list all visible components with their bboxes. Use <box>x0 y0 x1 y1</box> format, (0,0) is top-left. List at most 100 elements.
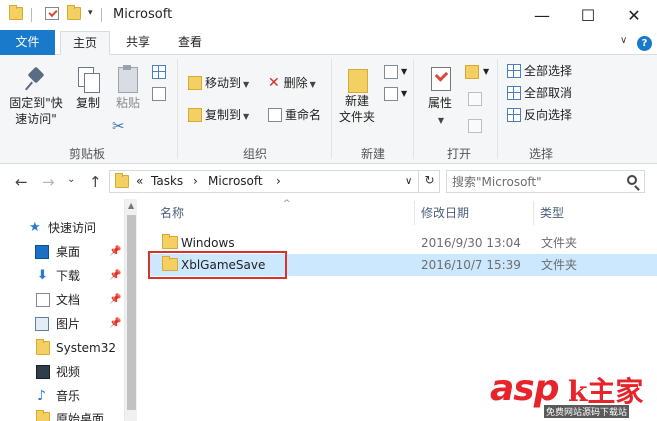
easy-access-icon[interactable] <box>384 87 398 101</box>
nav-item-videos[interactable]: 视频 <box>0 361 124 383</box>
tab-file[interactable]: 文件 <box>0 30 55 55</box>
navigation-bar: ← → ⌄ ↑ « Tasks › Microsoft › ∨ ↻ <box>0 164 657 199</box>
file-type: 文件夹 <box>541 236 578 250</box>
delete-button[interactable]: ✕ 删除 ▼ <box>268 73 316 93</box>
open-dropdown-icon[interactable]: ▼ <box>483 67 489 76</box>
search-icon[interactable] <box>627 175 637 185</box>
search-box[interactable] <box>446 170 645 193</box>
paste-button[interactable]: 粘贴 <box>110 65 146 111</box>
folder-icon <box>36 339 50 355</box>
pin-to-quick-access-button[interactable]: 固定到"快 速访问" <box>6 67 66 127</box>
nav-item-pictures[interactable]: 图片 📌 <box>0 313 124 335</box>
nav-item-system32[interactable]: System32 <box>0 337 124 359</box>
edit-icon[interactable] <box>468 92 482 106</box>
help-icon[interactable]: ? <box>637 36 652 51</box>
tab-view[interactable]: 查看 <box>166 31 214 55</box>
properties-icon <box>428 65 452 93</box>
column-header-type[interactable]: 类型 <box>540 199 564 227</box>
ribbon-tab-bar: 文件 主页 共享 查看 ∨ <box>0 30 657 55</box>
properties-quick-icon[interactable] <box>45 7 59 20</box>
cut-icon[interactable]: ✂ <box>112 117 125 135</box>
search-input[interactable] <box>452 173 622 190</box>
nav-item-downloads[interactable]: ⬇ 下载 📌 <box>0 265 124 287</box>
close-button[interactable]: ✕ <box>611 0 657 30</box>
breadcrumb-tasks[interactable]: Tasks <box>151 174 183 188</box>
select-all-icon <box>507 64 521 78</box>
up-button[interactable]: ↑ <box>89 173 102 191</box>
new-folder-icon <box>346 65 368 93</box>
breadcrumb-separator[interactable]: › <box>193 174 198 188</box>
refresh-button[interactable]: ↻ <box>418 170 440 193</box>
group-divider <box>331 59 332 159</box>
nav-pane-scrollbar[interactable]: ▲ <box>124 199 137 421</box>
move-to-button[interactable]: 移动到 ▼ <box>188 73 249 93</box>
sort-ascending-icon: ^ <box>283 199 291 209</box>
paste-icon <box>116 65 140 93</box>
maximize-button[interactable]: ☐ <box>565 0 611 30</box>
desktop-icon <box>35 245 49 259</box>
select-none-icon <box>507 86 521 100</box>
videos-icon <box>36 365 50 379</box>
breadcrumb-microsoft[interactable]: Microsoft <box>208 174 263 188</box>
nav-item-original-desktop[interactable]: 原始桌面 <box>0 408 124 421</box>
copy-button[interactable]: 复制 <box>70 67 106 111</box>
address-bar[interactable]: « Tasks › Microsoft › ∨ <box>109 170 440 193</box>
scrollbar-thumb[interactable] <box>127 215 136 410</box>
scroll-up-icon[interactable]: ▲ <box>128 201 134 210</box>
breadcrumb-separator[interactable]: › <box>276 174 281 188</box>
address-dropdown-icon[interactable]: ∨ <box>405 176 412 187</box>
new-folder-quick-icon[interactable] <box>67 5 81 20</box>
new-item-icon[interactable] <box>384 65 398 79</box>
toolbar-divider <box>31 8 32 22</box>
rename-button[interactable]: 重命名 <box>268 105 321 125</box>
nav-item-documents[interactable]: 文档 📌 <box>0 289 124 311</box>
copy-to-button[interactable]: 复制到 ▼ <box>188 105 249 125</box>
column-header-date[interactable]: 修改日期 <box>421 199 469 227</box>
select-all-button[interactable]: 全部选择 <box>507 61 572 81</box>
nav-item-quick-access[interactable]: ★ 快速访问 <box>0 217 124 239</box>
file-date: 2016/10/7 15:39 <box>421 258 521 272</box>
history-icon[interactable] <box>468 119 482 133</box>
star-icon: ★ <box>29 220 41 235</box>
new-folder-button[interactable]: 新建 文件夹 <box>336 65 378 125</box>
open-icon[interactable] <box>465 65 479 79</box>
group-clipboard-label: 剪贴板 <box>68 147 105 161</box>
nav-item-desktop[interactable]: 桌面 📌 <box>0 241 124 263</box>
new-item-dropdown-icon[interactable]: ▼ <box>401 67 407 76</box>
copy-path-icon[interactable] <box>152 87 166 101</box>
customize-quick-access-icon[interactable]: ▾ <box>88 8 93 18</box>
column-header-name[interactable]: 名称 <box>160 199 184 227</box>
cut-path-icon[interactable] <box>152 65 166 79</box>
file-type: 文件夹 <box>541 258 578 272</box>
watermark-logo: asp k主家 免费网站源码下载站 <box>490 368 644 418</box>
minimize-button[interactable]: — <box>519 0 565 30</box>
column-divider[interactable] <box>533 201 534 225</box>
group-new-label: 新建 <box>360 147 385 161</box>
group-divider <box>177 59 178 159</box>
tab-home[interactable]: 主页 <box>60 31 110 55</box>
group-divider <box>413 59 414 159</box>
forward-button[interactable]: → <box>42 173 55 191</box>
group-open-label: 打开 <box>446 147 471 161</box>
properties-button[interactable]: 属性 ▼ <box>420 65 460 129</box>
group-organize-label: 组织 <box>242 147 267 161</box>
invert-selection-button[interactable]: 反向选择 <box>507 105 572 125</box>
recent-locations-icon[interactable]: ⌄ <box>67 174 75 185</box>
move-to-icon <box>188 76 202 90</box>
breadcrumb-overflow[interactable]: « <box>136 174 143 188</box>
tab-share[interactable]: 共享 <box>114 31 162 55</box>
annotation-highlight-box <box>148 251 287 279</box>
nav-item-music[interactable]: ♪ 音乐 <box>0 385 124 407</box>
folder-icon <box>36 410 50 421</box>
select-none-button[interactable]: 全部取消 <box>507 83 572 103</box>
download-icon: ⬇ <box>37 268 48 283</box>
easy-access-dropdown-icon[interactable]: ▼ <box>401 89 407 98</box>
folder-icon <box>9 5 23 20</box>
ribbon-collapse-icon[interactable]: ∨ <box>620 35 627 46</box>
pin-icon: 📌 <box>109 294 122 305</box>
column-divider[interactable] <box>414 201 415 225</box>
copy-to-icon <box>188 108 202 122</box>
pin-icon: 📌 <box>109 318 122 329</box>
invert-selection-icon <box>507 108 521 122</box>
back-button[interactable]: ← <box>15 173 28 191</box>
